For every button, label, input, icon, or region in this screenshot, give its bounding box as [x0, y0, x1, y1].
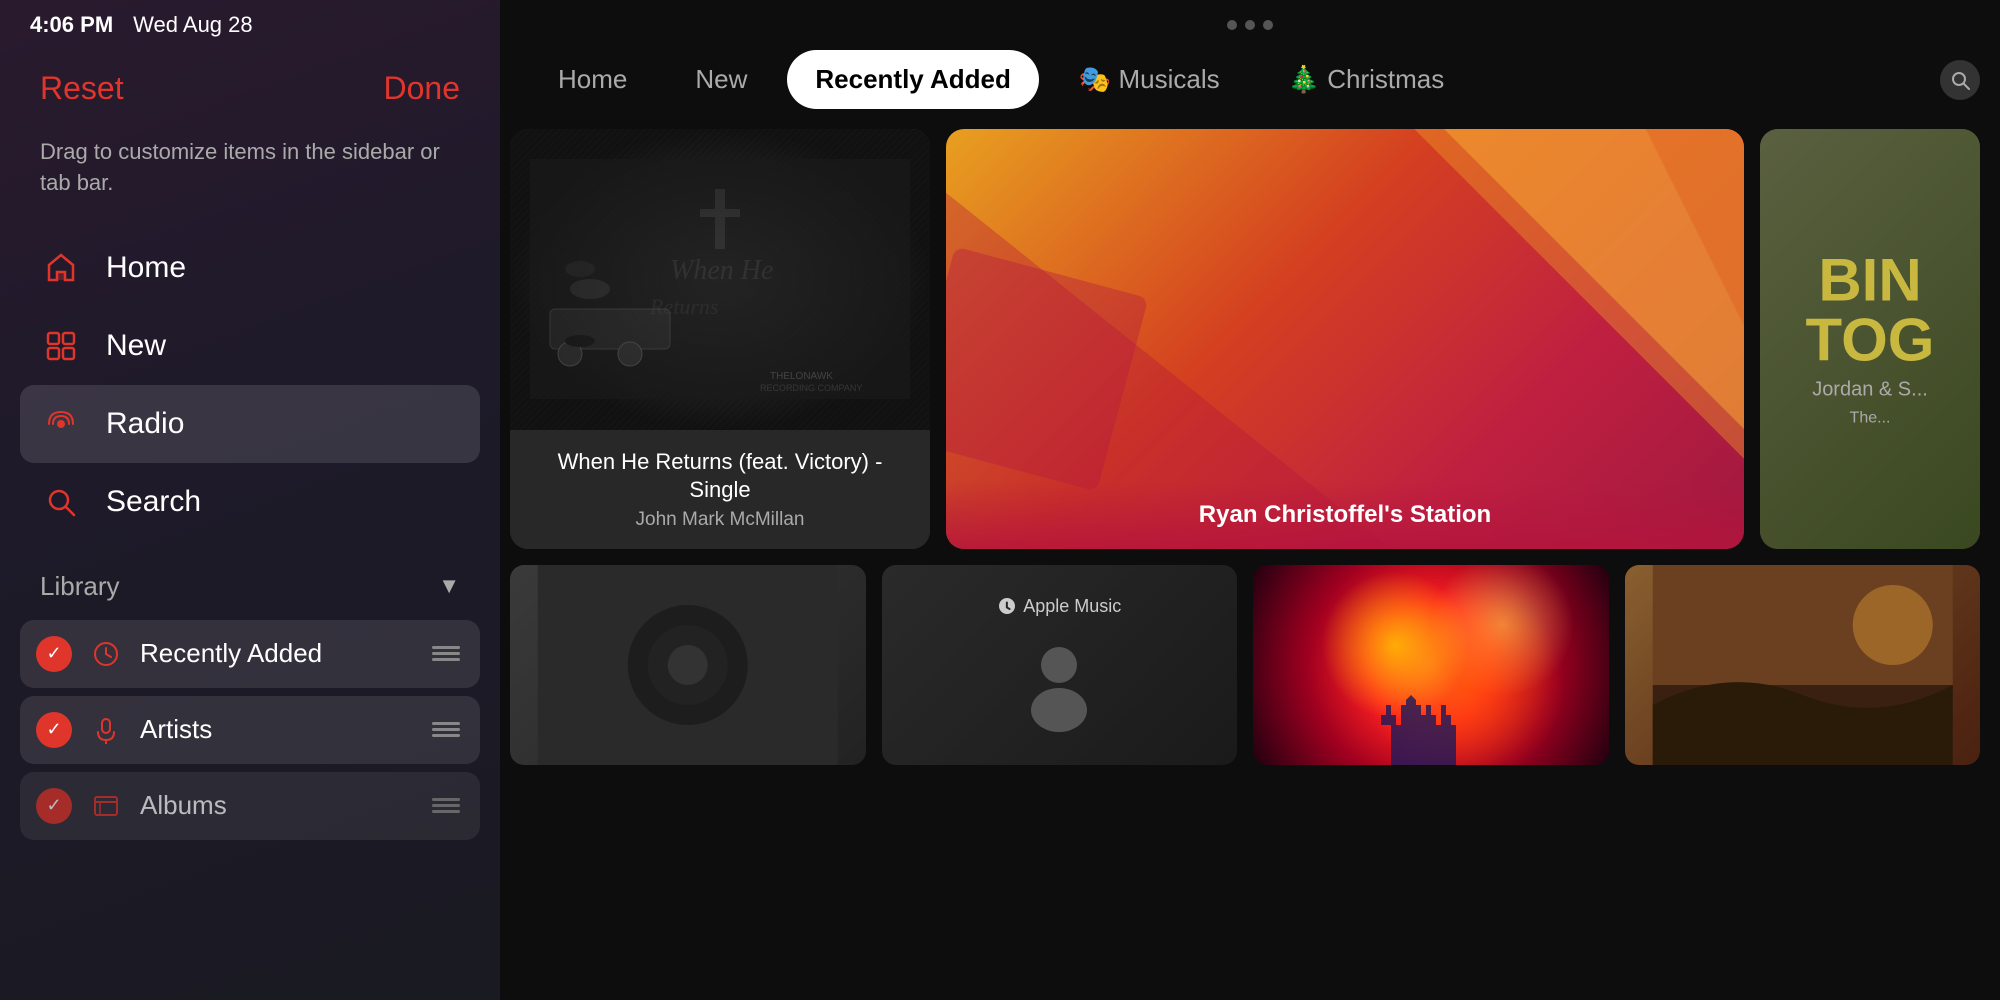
bind-title-big2: TOG [1806, 311, 1935, 371]
tab-recently-added[interactable]: Recently Added [787, 50, 1039, 109]
sidebar-item-search[interactable]: Search [20, 463, 480, 541]
status-time: 4:06 PM [30, 12, 113, 38]
apple-music-badge: Apple Music [997, 596, 1121, 617]
svg-text:THELONAWK: THELONAWK [770, 371, 833, 382]
when-he-returns-title: When He Returns (feat. Victory) - Single [530, 448, 910, 505]
bind-subtitle: Jordan & S... [1806, 379, 1935, 402]
tab-bar: Home New Recently Added 🎭 Musicals 🎄 Chr… [500, 40, 2000, 129]
bind-note: The... [1806, 410, 1935, 428]
dot-3 [1263, 20, 1273, 30]
status-bar: 4:06 PM Wed Aug 28 [0, 0, 500, 50]
library-item-albums-label: Albums [140, 790, 412, 821]
bind-title-big: BIN [1806, 251, 1935, 311]
library-item-recently-added-label: Recently Added [140, 638, 412, 669]
status-date: Wed Aug 28 [133, 12, 252, 38]
albums-check-icon: ✓ [36, 788, 72, 824]
svg-text:RECORDING COMPANY: RECORDING COMPANY [760, 383, 862, 393]
tab-home[interactable]: Home [530, 50, 655, 109]
radio-icon [40, 403, 82, 445]
card-ryan-christoffel[interactable]: Ryan Christoffel's Station [946, 129, 1744, 549]
new-icon [40, 325, 82, 367]
home-icon [40, 247, 82, 289]
drag-handle-recently-added[interactable] [428, 642, 464, 665]
sidebar-item-new[interactable]: New [20, 307, 480, 385]
library-item-artists-label: Artists [140, 714, 412, 745]
card-bottom-3[interactable] [1253, 565, 1609, 765]
sidebar-header: Reset Done [0, 40, 500, 127]
top-dots [500, 0, 2000, 40]
castle-silhouette [1371, 685, 1491, 765]
done-button[interactable]: Done [384, 70, 461, 107]
drag-handle-albums[interactable] [428, 794, 464, 817]
drag-handle-artists[interactable] [428, 718, 464, 741]
card-when-he-returns[interactable]: When He Returns THELONAWK RECORDING COMP… [510, 129, 930, 549]
albums-icon [88, 788, 124, 824]
svg-text:When He: When He [670, 255, 773, 286]
tab-new[interactable]: New [667, 50, 775, 109]
sidebar-item-radio-label: Radio [106, 407, 184, 441]
sidebar-nav: Home New Radio [0, 229, 500, 541]
library-item-artists[interactable]: ✓ Artists [20, 696, 480, 764]
sidebar-item-search-label: Search [106, 485, 201, 519]
reset-button[interactable]: Reset [40, 70, 124, 107]
library-item-recently-added[interactable]: ✓ Recently Added [20, 620, 480, 688]
ryan-christoffel-title: Ryan Christoffel's Station [966, 501, 1724, 529]
person-silhouette [1019, 635, 1099, 735]
sidebar-item-home-label: Home [106, 251, 186, 285]
tab-musicals[interactable]: 🎭 Musicals [1051, 50, 1248, 109]
tab-search-button[interactable] [1940, 60, 1980, 100]
sidebar-item-new-label: New [106, 329, 166, 363]
search-nav-icon [40, 481, 82, 523]
bottom-card-row: Apple Music [510, 565, 1980, 1000]
svg-text:Returns: Returns [649, 294, 718, 319]
when-he-returns-subtitle: John Mark McMillan [530, 509, 910, 531]
library-items: ✓ Recently Added ✓ [20, 620, 480, 840]
top-card-row: When He Returns THELONAWK RECORDING COMP… [510, 129, 1980, 549]
card-bottom-4[interactable] [1625, 565, 1981, 765]
main-content: Home New Recently Added 🎭 Musicals 🎄 Chr… [500, 0, 2000, 1000]
sidebar-description: Drag to customize items in the sidebar o… [0, 127, 500, 229]
bind-text: BIN TOG Jordan & S... The... [1806, 251, 1935, 428]
library-item-albums[interactable]: ✓ Albums [20, 772, 480, 840]
content-grid: When He Returns THELONAWK RECORDING COMP… [500, 129, 2000, 1000]
card-bottom-2[interactable]: Apple Music [882, 565, 1238, 765]
card-bottom-1[interactable] [510, 565, 866, 765]
recently-added-clock-icon [88, 636, 124, 672]
dot-1 [1227, 20, 1237, 30]
sidebar-item-radio[interactable]: Radio [20, 385, 480, 463]
when-he-returns-info: When He Returns (feat. Victory) - Single… [510, 430, 930, 549]
recently-added-check-icon: ✓ [36, 636, 72, 672]
library-chevron-icon: ▼ [438, 573, 460, 599]
apple-music-label: Apple Music [1023, 596, 1121, 617]
artists-mic-icon [88, 712, 124, 748]
dot-2 [1245, 20, 1255, 30]
ryan-christoffel-info: Ryan Christoffel's Station [946, 481, 1744, 549]
sidebar: 4:06 PM Wed Aug 28 Reset Done Drag to cu… [0, 0, 500, 1000]
when-he-returns-art: When He Returns THELONAWK RECORDING COMP… [510, 129, 930, 430]
artists-check-icon: ✓ [36, 712, 72, 748]
library-section: Library ▼ ✓ Recently Added [0, 561, 500, 840]
card-bind-us-together[interactable]: BIN TOG Jordan & S... The... [1760, 129, 1980, 549]
library-header[interactable]: Library ▼ [20, 561, 480, 612]
library-title: Library [40, 571, 119, 602]
sidebar-item-home[interactable]: Home [20, 229, 480, 307]
tab-christmas[interactable]: 🎄 Christmas [1260, 50, 1473, 109]
